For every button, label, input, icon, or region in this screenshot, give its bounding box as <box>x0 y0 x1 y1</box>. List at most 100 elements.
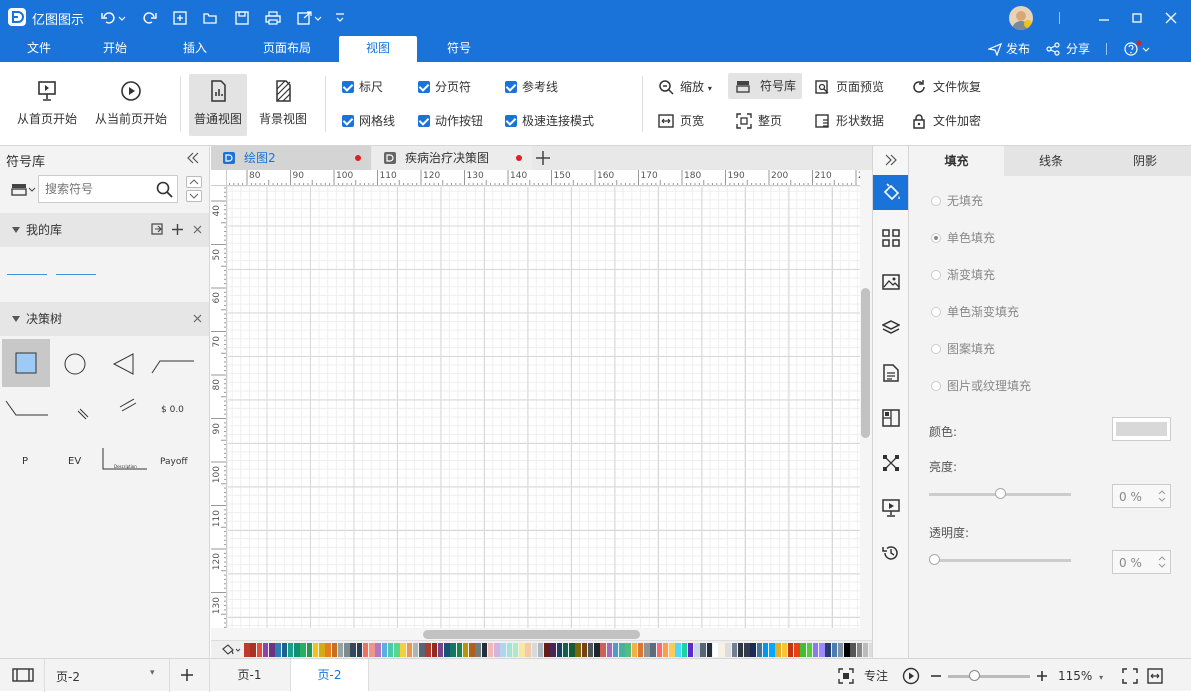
symbol-library-button[interactable]: 符号库 <box>728 73 802 99</box>
page-panel-icon[interactable] <box>12 668 34 682</box>
palette-swatch[interactable] <box>831 643 838 657</box>
decision-tree-header[interactable]: 决策树 <box>0 302 209 336</box>
quick-access-more-icon[interactable] <box>334 11 346 25</box>
shape-decision-square[interactable] <box>2 339 50 387</box>
zoom-button[interactable]: 缩放 ▾ <box>656 74 724 100</box>
tab-page-layout[interactable]: 页面布局 <box>248 36 326 62</box>
palette-swatch[interactable] <box>525 643 531 657</box>
palette-swatch[interactable] <box>794 643 800 657</box>
palette-swatch[interactable] <box>844 643 850 657</box>
export-icon[interactable] <box>296 10 324 26</box>
palette-swatch[interactable] <box>656 643 663 657</box>
page-width-button[interactable]: 页宽 <box>656 108 716 134</box>
palette-swatch[interactable] <box>419 643 425 657</box>
stepper-arrows-icon[interactable] <box>1157 554 1167 570</box>
shape-description[interactable]: Description <box>102 444 148 472</box>
palette-swatch[interactable] <box>356 643 363 657</box>
palette-swatch[interactable] <box>637 643 644 657</box>
palette-swatch[interactable] <box>625 643 631 657</box>
palette-swatch[interactable] <box>825 643 831 657</box>
redo-icon[interactable] <box>142 10 158 26</box>
brightness-slider[interactable] <box>929 488 1071 500</box>
shape-break-mark[interactable] <box>104 389 152 429</box>
palette-swatch[interactable] <box>281 643 288 657</box>
slider-thumb[interactable] <box>994 488 1006 499</box>
print-icon[interactable] <box>264 10 282 26</box>
palette-swatch[interactable] <box>331 643 338 657</box>
shape-value-label[interactable]: $ 0.0 <box>161 405 184 415</box>
palette-swatch[interactable] <box>819 643 825 657</box>
collapse-left-icon[interactable] <box>186 152 200 164</box>
file-recover-button[interactable]: 文件恢复 <box>909 74 989 100</box>
palette-swatch[interactable] <box>256 643 263 657</box>
palette-swatch[interactable] <box>600 643 606 657</box>
palette-swatch[interactable] <box>469 643 475 657</box>
help-icon[interactable] <box>1123 40 1153 58</box>
palette-swatch[interactable] <box>687 643 694 657</box>
palette-swatch[interactable] <box>275 643 281 657</box>
zoom-out-button[interactable] <box>930 669 942 683</box>
palette-swatch[interactable] <box>494 643 500 657</box>
palette-swatch[interactable] <box>337 643 344 657</box>
from-current-page-button[interactable]: 从当前页开始 <box>90 74 172 136</box>
option-no-fill[interactable]: 无填充 <box>931 193 983 209</box>
palette-swatch[interactable] <box>569 643 575 657</box>
my-library-header[interactable]: 我的库 <box>0 213 209 247</box>
user-avatar[interactable] <box>1009 6 1033 30</box>
palette-swatch[interactable] <box>806 643 813 657</box>
new-tab-icon[interactable] <box>535 150 551 166</box>
palette-swatch[interactable] <box>544 643 550 657</box>
palette-swatch[interactable] <box>294 643 300 657</box>
palette-swatch[interactable] <box>712 643 719 657</box>
palette-swatch[interactable] <box>244 643 250 657</box>
palette-swatch[interactable] <box>519 643 525 657</box>
palette-swatch[interactable] <box>787 643 794 657</box>
layers-icon[interactable] <box>882 319 900 337</box>
palette-swatch[interactable] <box>456 643 463 657</box>
shape-end-triangle[interactable] <box>100 339 148 387</box>
maximize-icon[interactable] <box>1131 11 1143 25</box>
palette-swatch[interactable] <box>306 643 313 657</box>
pagebreak-checkbox[interactable]: 分页符 <box>418 78 471 96</box>
tab-shadow[interactable]: 阴影 <box>1098 146 1191 176</box>
play-icon[interactable] <box>902 667 920 685</box>
palette-swatch[interactable] <box>537 643 544 657</box>
transparency-slider[interactable] <box>929 554 1071 566</box>
palette-swatch[interactable] <box>287 643 294 657</box>
connector-icon[interactable] <box>882 454 900 472</box>
palette-swatch[interactable] <box>431 643 438 657</box>
close-section-icon[interactable] <box>193 314 202 323</box>
grid-apps-icon[interactable] <box>882 229 900 247</box>
shape-data-panel-icon[interactable] <box>882 409 900 427</box>
palette-swatch[interactable] <box>325 643 331 657</box>
palette-swatch[interactable] <box>269 643 275 657</box>
palette-swatch[interactable] <box>731 643 738 657</box>
shape-payoff-label[interactable]: Payoff <box>160 457 188 467</box>
palette-swatch[interactable] <box>556 643 563 657</box>
palette-swatch[interactable] <box>781 643 788 657</box>
option-texture-fill[interactable]: 图片或纹理填充 <box>931 378 1031 394</box>
palette-swatch[interactable] <box>362 643 369 657</box>
tab-view[interactable]: 视图 <box>339 36 417 62</box>
palette-swatch[interactable] <box>619 643 625 657</box>
vertical-scrollbar[interactable] <box>860 170 872 628</box>
shape-ev-label[interactable]: EV <box>68 456 81 467</box>
image-icon[interactable] <box>882 274 900 290</box>
palette-swatch[interactable] <box>812 643 819 657</box>
palette-swatch[interactable] <box>750 643 756 657</box>
transparency-value-stepper[interactable]: 0 % <box>1112 550 1171 574</box>
from-first-page-button[interactable]: 从首页开始 <box>12 74 82 136</box>
page-preview-button[interactable]: 页面预览 <box>812 74 892 100</box>
normal-view-button[interactable]: 普通视图 <box>189 74 247 136</box>
file-encrypt-button[interactable]: 文件加密 <box>909 108 989 134</box>
option-solid-fill[interactable]: 单色填充 <box>931 230 995 246</box>
palette-swatch[interactable] <box>800 643 806 657</box>
palette-swatch[interactable] <box>606 643 613 657</box>
page-icon[interactable] <box>883 364 899 382</box>
palette-swatch[interactable] <box>262 643 269 657</box>
history-icon[interactable] <box>882 544 900 562</box>
focus-mode-button[interactable]: 专注 <box>838 667 888 685</box>
palette-swatch[interactable] <box>694 643 700 657</box>
close-icon[interactable] <box>1165 11 1177 25</box>
add-page-icon[interactable] <box>180 668 194 682</box>
